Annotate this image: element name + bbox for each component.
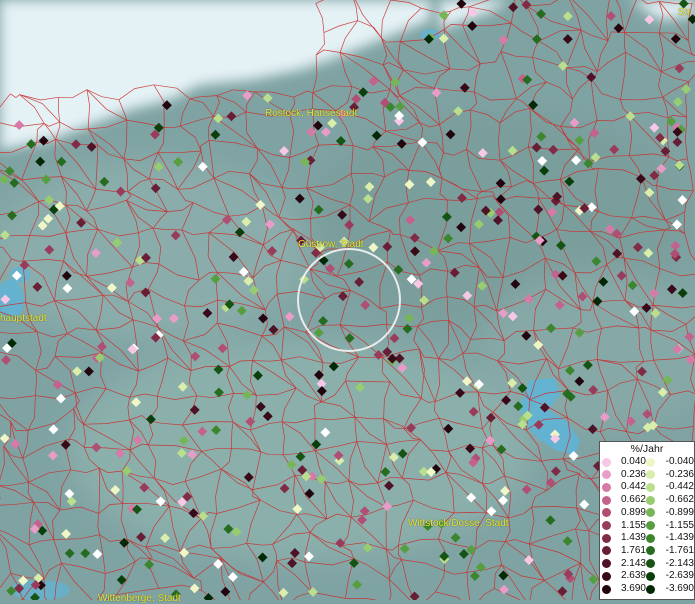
legend-entry-positive: 0.040 bbox=[602, 456, 646, 468]
legend-swatch bbox=[602, 496, 611, 505]
legend-entry-negative: -1.155 bbox=[646, 520, 694, 532]
legend-entry-negative: -2.143 bbox=[646, 558, 694, 570]
legend-entry-positive: 1.439 bbox=[602, 532, 646, 544]
legend-value: -0.899 bbox=[658, 507, 694, 519]
legend-value: -1.761 bbox=[658, 545, 694, 557]
legend-swatch bbox=[646, 496, 655, 505]
legend-value: 0.040 bbox=[614, 456, 646, 468]
legend-value: -0.040 bbox=[658, 456, 694, 468]
legend-value: -2.639 bbox=[658, 570, 694, 582]
legend-value: -3.690 bbox=[658, 583, 694, 595]
legend-swatch bbox=[646, 483, 655, 492]
legend-value: 1.761 bbox=[614, 545, 646, 557]
legend-value: -0.442 bbox=[658, 481, 694, 493]
legend-entry-negative: -0.040 bbox=[646, 456, 694, 468]
legend-swatch bbox=[646, 546, 655, 555]
legend-value: 1.155 bbox=[614, 520, 646, 532]
map-canvas[interactable] bbox=[0, 0, 695, 600]
legend-swatch bbox=[646, 458, 655, 467]
legend-entry-positive: 2.639 bbox=[602, 570, 646, 582]
legend-entry-negative: -2.639 bbox=[646, 570, 694, 582]
legend-value: 0.236 bbox=[614, 469, 646, 481]
legend-value: 1.439 bbox=[614, 532, 646, 544]
legend-swatch bbox=[602, 483, 611, 492]
legend-swatch bbox=[646, 508, 655, 517]
legend-swatch bbox=[602, 534, 611, 543]
legend-entry-positive: 2.143 bbox=[602, 558, 646, 570]
legend-value: 0.662 bbox=[614, 494, 646, 506]
legend-swatch bbox=[602, 508, 611, 517]
legend-entry-negative: -1.761 bbox=[646, 545, 694, 557]
legend-value: -1.439 bbox=[658, 532, 694, 544]
legend-entry-negative: -0.442 bbox=[646, 481, 694, 493]
legend-entry-negative: -3.690 bbox=[646, 583, 694, 595]
legend-value: 0.442 bbox=[614, 481, 646, 493]
city-label-wittstock: Wittstock/Dosse, Stadt bbox=[408, 518, 509, 529]
city-label-schwerin: hauptstadt bbox=[0, 313, 47, 324]
legend-entry-negative: -1.439 bbox=[646, 532, 694, 544]
legend-entry-positive: 3.690 bbox=[602, 583, 646, 595]
legend-entry-positive: 1.155 bbox=[602, 520, 646, 532]
legend-title: %/Jahr bbox=[600, 443, 694, 456]
legend-value: 2.143 bbox=[614, 558, 646, 570]
legend-swatch bbox=[646, 559, 655, 568]
legend-value: 2.639 bbox=[614, 570, 646, 582]
legend-swatch bbox=[602, 470, 611, 479]
legend-swatch bbox=[646, 521, 655, 530]
legend: %/Jahr 0.040 -0.040 0.236 -0.236 0.442 -0.442… bbox=[599, 441, 695, 600]
legend-swatch bbox=[602, 458, 611, 467]
legend-swatch bbox=[646, 585, 655, 594]
legend-swatch bbox=[646, 572, 655, 581]
legend-entry-positive: 0.442 bbox=[602, 481, 646, 493]
city-label-stralsund: Str bbox=[678, 7, 691, 18]
legend-entry-positive: 1.761 bbox=[602, 545, 646, 557]
city-label-wittenberge: Wittenberge, Stadt bbox=[98, 593, 181, 604]
legend-entry-negative: -0.899 bbox=[646, 507, 694, 519]
city-label-guestrow: Güstrow, Stadt bbox=[298, 239, 364, 250]
legend-swatch bbox=[602, 546, 611, 555]
city-label-rostock: Rostock, Hansestadt bbox=[265, 108, 357, 119]
legend-entry-positive: 0.662 bbox=[602, 494, 646, 506]
legend-swatch bbox=[602, 572, 611, 581]
legend-swatch bbox=[646, 470, 655, 479]
legend-value: 0.899 bbox=[614, 507, 646, 519]
legend-entry-positive: 0.899 bbox=[602, 507, 646, 519]
legend-entry-negative: -0.236 bbox=[646, 469, 694, 481]
legend-value: 3.690 bbox=[614, 583, 646, 595]
legend-swatch bbox=[646, 534, 655, 543]
legend-value: -1.155 bbox=[658, 520, 694, 532]
legend-value: -2.143 bbox=[658, 558, 694, 570]
legend-entry-positive: 0.236 bbox=[602, 469, 646, 481]
legend-value: -0.236 bbox=[658, 469, 694, 481]
legend-swatch bbox=[602, 559, 611, 568]
legend-entry-negative: -0.662 bbox=[646, 494, 694, 506]
legend-swatch bbox=[602, 521, 611, 530]
legend-value: -0.662 bbox=[658, 494, 694, 506]
legend-swatch bbox=[602, 585, 611, 594]
